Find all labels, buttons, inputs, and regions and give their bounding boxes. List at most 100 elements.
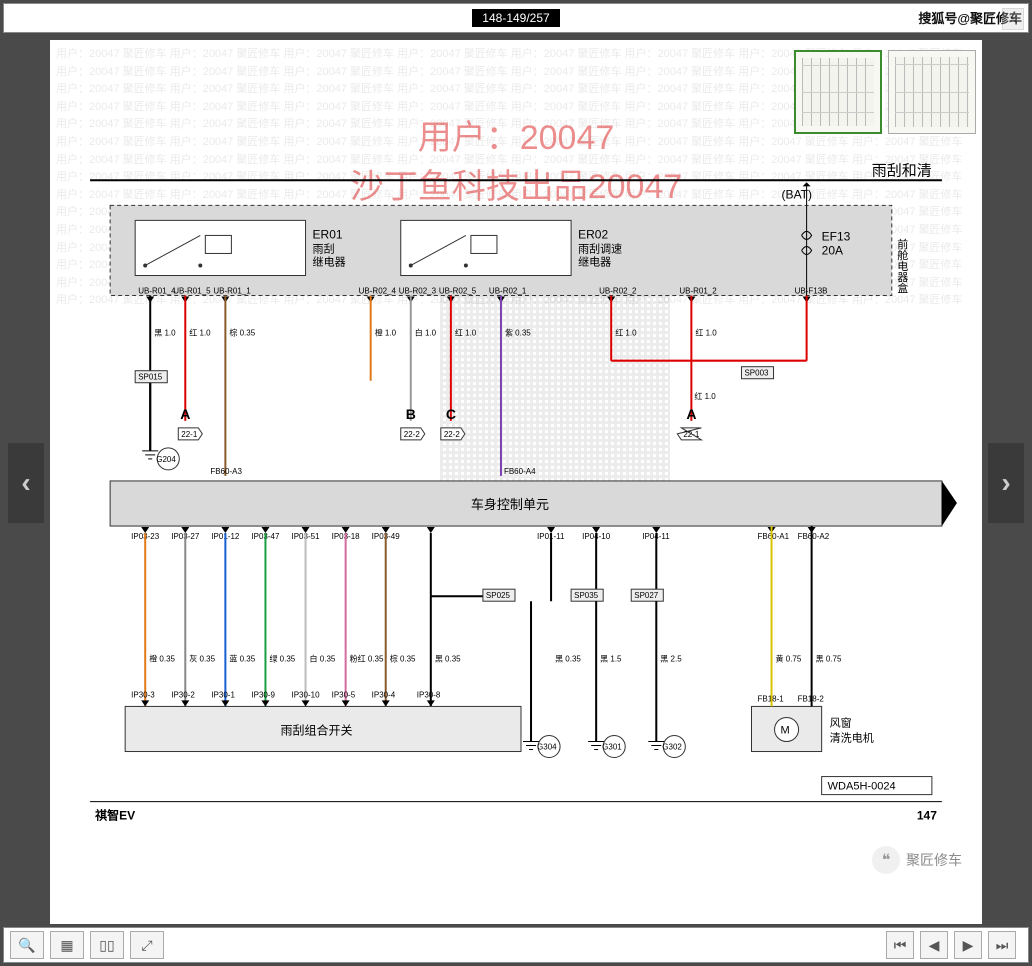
svg-text:IP30-1: IP30-1 (211, 690, 235, 699)
bat-label: (BAT) (782, 187, 812, 201)
relay-er02: ER02 雨刮调速 继电器 (401, 220, 622, 275)
svg-text:红 1.0: 红 1.0 (455, 328, 477, 338)
bcm-label: 车身控制单元 (471, 497, 549, 512)
svg-text:G301: G301 (602, 743, 622, 752)
svg-text:UB-R02_5: UB-R02_5 (439, 287, 477, 296)
svg-text:22-2: 22-2 (444, 430, 461, 439)
bottom-toolbar: 🔍 ▦ ▯▯ ⤢ ⏮ ◀ ▶ ⏭ (3, 927, 1029, 963)
prev-icon: ◀ (929, 937, 940, 954)
footer-pagenum: 147 (917, 809, 937, 823)
book-view-button[interactable]: ▯▯ (90, 931, 124, 959)
grid-icon: ▦ (60, 937, 73, 954)
close-button[interactable]: ✕ (1002, 8, 1024, 30)
pdf-viewer: 148-149/257 搜狐号@聚匠修车 ✕ ‹ › 用户：20047 聚匠修车… (0, 0, 1032, 966)
svg-text:灰 0.35: 灰 0.35 (189, 653, 215, 663)
svg-text:黄 0.75: 黄 0.75 (776, 653, 802, 663)
svg-text:SP035: SP035 (574, 591, 599, 600)
svg-text:ER01: ER01 (313, 227, 343, 241)
svg-text:UB-R01_1: UB-R01_1 (213, 287, 251, 296)
svg-text:紫 0.35: 紫 0.35 (505, 329, 531, 338)
prev-button[interactable]: ◀ (920, 931, 948, 959)
svg-text:棕 0.35: 棕 0.35 (229, 328, 255, 338)
svg-text:G302: G302 (662, 743, 682, 752)
chevron-left-icon: ‹ (21, 467, 30, 499)
svg-text:IP30-4: IP30-4 (372, 690, 396, 699)
svg-text:黑 1.5: 黑 1.5 (600, 654, 622, 663)
svg-text:UB-R02_2: UB-R02_2 (599, 287, 637, 296)
svg-text:EF13: EF13 (822, 229, 851, 243)
svg-text:UB-F13B: UB-F13B (795, 287, 828, 296)
svg-text:UB-R01_2: UB-R01_2 (679, 287, 717, 296)
footer-model: 祺智EV (94, 808, 135, 823)
svg-text:SP027: SP027 (634, 591, 659, 600)
washer-motor: M 风窗 清洗电机 FB18-1 FB18-2 (751, 526, 873, 751)
wiring-diagram: 雨刮和清 (BAT) 前舱电器盒 ER01 雨刮 继电器 (50, 40, 982, 922)
prev-page-button[interactable]: ‹ (8, 443, 44, 523)
svg-text:白 0.35: 白 0.35 (310, 653, 336, 663)
svg-text:A: A (180, 406, 190, 422)
svg-text:ER02: ER02 (578, 227, 608, 241)
first-page-button[interactable]: ⏮ (886, 931, 914, 959)
svg-text:FB60-A1: FB60-A1 (758, 532, 790, 541)
first-icon: ⏮ (894, 937, 907, 954)
last-page-button[interactable]: ⏭ (988, 931, 1016, 959)
svg-text:G304: G304 (537, 743, 557, 752)
svg-text:雨刮: 雨刮 (313, 241, 335, 255)
ground-g204: G204 (142, 383, 179, 470)
page-canvas[interactable]: 用户：20047 聚匠修车 用户：20047 聚匠修车 用户：20047 聚匠修… (50, 40, 982, 924)
ground-g302: G302 (648, 601, 685, 757)
svg-text:UB-R01_5: UB-R01_5 (173, 287, 211, 296)
svg-text:22-1: 22-1 (683, 430, 700, 439)
book-icon: ▯▯ (99, 937, 114, 954)
svg-text:清洗电机: 清洗电机 (830, 731, 874, 745)
svg-text:IP30-3: IP30-3 (131, 690, 155, 699)
svg-text:UB-R02_4: UB-R02_4 (359, 287, 397, 296)
brand-overlay: ❝ 聚匠修车 (872, 846, 962, 874)
svg-text:C: C (446, 406, 456, 422)
svg-text:A: A (686, 406, 696, 422)
wiper-switch-label: 雨刮组合开关 (280, 722, 352, 737)
svg-text:SP015: SP015 (138, 373, 163, 382)
svg-text:雨刮调速: 雨刮调速 (578, 241, 622, 255)
wechat-icon: ❝ (872, 846, 900, 874)
svg-text:蓝 0.35: 蓝 0.35 (229, 653, 255, 663)
relay-er01: ER01 雨刮 继电器 (135, 220, 345, 275)
svg-text:黑 0.35: 黑 0.35 (555, 654, 581, 663)
thumbnails-button[interactable]: ▦ (50, 931, 84, 959)
svg-text:UB-R01_4: UB-R01_4 (138, 287, 176, 296)
svg-text:黑 0.75: 黑 0.75 (816, 654, 842, 663)
svg-text:黑 2.5: 黑 2.5 (660, 654, 682, 663)
svg-text:22-1: 22-1 (181, 430, 198, 439)
svg-text:IP30-9: IP30-9 (251, 690, 275, 699)
last-icon: ⏭ (996, 937, 1009, 954)
svg-text:继电器: 继电器 (578, 255, 611, 268)
svg-text:SP025: SP025 (486, 591, 511, 600)
svg-text:红 1.0: 红 1.0 (189, 328, 211, 338)
svg-text:红 1.0: 红 1.0 (694, 391, 716, 401)
svg-text:FB60-A2: FB60-A2 (798, 532, 830, 541)
svg-text:20A: 20A (822, 243, 843, 257)
fullscreen-button[interactable]: ⤢ (130, 931, 164, 959)
zoom-button[interactable]: 🔍 (10, 931, 44, 959)
svg-text:黑 0.35: 黑 0.35 (435, 654, 461, 663)
svg-text:红 1.0: 红 1.0 (615, 328, 637, 338)
svg-text:FB60-A3: FB60-A3 (210, 467, 242, 476)
svg-text:绿 0.35: 绿 0.35 (269, 654, 295, 663)
ground-g304: G304 (523, 601, 560, 757)
svg-text:橙 0.35: 橙 0.35 (149, 653, 175, 663)
svg-text:红 1.0: 红 1.0 (695, 328, 717, 338)
svg-text:B: B (406, 406, 416, 422)
svg-text:黑 1.0: 黑 1.0 (154, 329, 176, 338)
top-toolbar: 148-149/257 搜狐号@聚匠修车 ✕ (3, 3, 1029, 33)
svg-text:IP30-8: IP30-8 (417, 690, 441, 699)
ground-g301: G301 (588, 601, 625, 757)
next-page-button[interactable]: › (988, 443, 1024, 523)
page-indicator: 148-149/257 (472, 9, 559, 27)
svg-text:风窗: 风窗 (830, 715, 852, 729)
next-button[interactable]: ▶ (954, 931, 982, 959)
svg-text:IP30-10: IP30-10 (292, 690, 321, 699)
svg-text:FB60-A4: FB60-A4 (504, 467, 536, 476)
magnifier-icon: 🔍 (18, 937, 35, 954)
svg-text:M: M (781, 724, 790, 736)
diagram-title: 雨刮和清 (872, 162, 932, 179)
